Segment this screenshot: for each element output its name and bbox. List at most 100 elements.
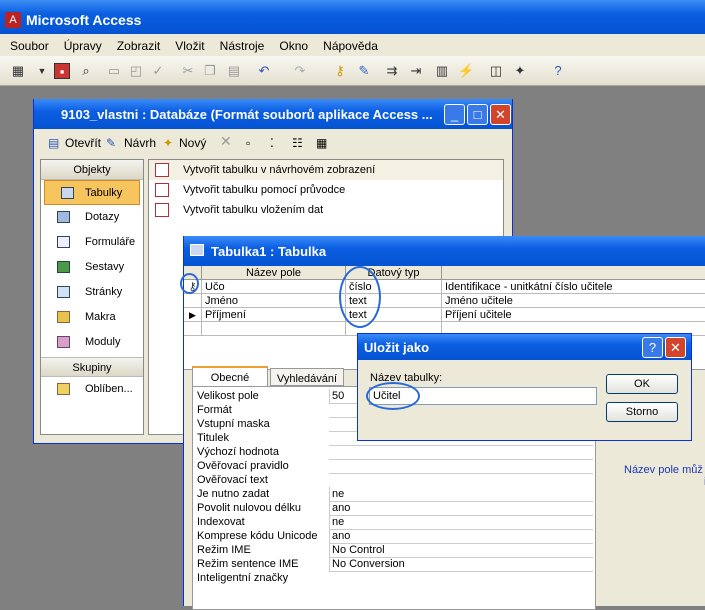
ok-button[interactable]: OK — [606, 374, 678, 394]
field-name-cell[interactable]: Učo — [202, 280, 346, 294]
menu-upravy[interactable]: Úpravy — [64, 39, 102, 53]
close-button[interactable]: ✕ — [665, 337, 686, 358]
object-macros[interactable]: Makra — [41, 305, 143, 330]
modules-icon — [57, 336, 70, 348]
field-desc-cell[interactable]: Jméno učitele — [442, 294, 705, 308]
queries-icon — [57, 211, 70, 223]
field-name-cell[interactable]: Jméno — [202, 294, 346, 308]
row-selector[interactable] — [184, 294, 202, 308]
view-icon[interactable]: ▦ — [10, 63, 26, 79]
delete-icon[interactable]: ✕ — [220, 133, 232, 150]
menu-napoveda[interactable]: Nápověda — [323, 39, 378, 53]
property-row: Režim sentence IME No Conversion — [193, 557, 595, 572]
annotation-circle — [339, 266, 381, 328]
minimize-button[interactable]: _ — [444, 104, 465, 125]
builder-icon[interactable]: ✎ — [356, 63, 372, 79]
object-forms[interactable]: Formuláře — [41, 230, 143, 255]
key-icon[interactable]: ⚷ — [332, 63, 348, 79]
indexes-icon[interactable]: ⚡ — [458, 63, 474, 79]
groups-header[interactable]: Skupiny — [41, 357, 143, 377]
maximize-button[interactable]: □ — [467, 104, 488, 125]
pages-icon — [57, 286, 70, 298]
delete-rows-icon[interactable]: ⇥ — [408, 63, 424, 79]
db-window-title: 9103_vlastni : Databáze (Formát souborů … — [34, 99, 512, 129]
menu-okno[interactable]: Okno — [279, 39, 308, 53]
property-row: Indexovat ne — [193, 515, 595, 530]
large-icons-icon[interactable]: ▫ — [246, 136, 250, 150]
list-view-icon[interactable]: ☷ — [292, 136, 303, 150]
menu-bar: Soubor Úpravy Zobrazit Vložit Nástroje O… — [0, 34, 705, 56]
property-row: Komprese kódu Unicode ano — [193, 529, 595, 544]
print-icon[interactable]: ▭ — [106, 63, 122, 79]
paste-icon[interactable]: ▤ — [226, 63, 242, 79]
tab-general[interactable]: Obecné — [192, 366, 268, 386]
preview-icon[interactable]: ◰ — [128, 63, 144, 79]
column-header-name: Název pole — [202, 266, 346, 280]
objects-panel: Objekty Tabulky Dotazy Formuláře Sestavy… — [40, 159, 144, 435]
property-row: Režim IME No Control — [193, 543, 595, 558]
new-button[interactable]: Nový — [179, 136, 206, 150]
macros-icon — [57, 311, 70, 323]
object-reports[interactable]: Sestavy — [41, 255, 143, 280]
row-selector[interactable] — [184, 322, 202, 336]
field-desc-cell[interactable]: Příjení učitele — [442, 308, 705, 322]
tables-icon — [61, 187, 74, 199]
new-icon[interactable]: ✦ — [163, 136, 173, 150]
new-object-icon[interactable]: ✦ — [512, 63, 528, 79]
object-pages[interactable]: Stránky — [41, 280, 143, 305]
table-name-label: Název tabulky: — [370, 372, 443, 384]
open-button[interactable]: Otevřít — [65, 136, 101, 150]
database-window-icon[interactable]: ◫ — [488, 63, 504, 79]
chevron-down-icon[interactable]: ▼ — [34, 63, 50, 79]
field-name-cell[interactable] — [202, 322, 346, 336]
menu-zobrazit[interactable]: Zobrazit — [117, 39, 160, 53]
standard-toolbar: ▦ ▼ ▪ ⌕ ▭ ◰ ✓ ✂ ❐ ▤ ↶ ↷ ⚷ ✎ ⇉ ⇥ ▥ ⚡ ◫ ✦ … — [0, 56, 705, 86]
small-icons-icon[interactable]: ⁚ — [270, 136, 274, 150]
redo-icon[interactable]: ↷ — [292, 63, 308, 79]
db-toolbar: ▤ Otevřít ✎ Návrh ✦ Nový ✕ ▫ ⁚ ☷ ▦ — [34, 129, 512, 155]
cancel-button[interactable]: Storno — [606, 402, 678, 422]
access-icon: A — [5, 12, 21, 28]
properties-icon[interactable]: ▥ — [434, 63, 450, 79]
app-title-bar: Microsoft Access — [0, 0, 705, 34]
object-modules[interactable]: Moduly — [41, 330, 143, 355]
cut-icon[interactable]: ✂ — [180, 63, 196, 79]
annotation-circle — [180, 273, 199, 294]
save-icon[interactable]: ▪ — [54, 63, 70, 79]
property-hint: Název pole můž i — [624, 464, 705, 488]
table-window-title: Tabulka1 : Tabulka — [184, 236, 705, 266]
field-desc-cell[interactable]: Identifikace - unitkátní číslo učitele — [442, 280, 705, 294]
object-tables[interactable]: Tabulky — [44, 180, 140, 205]
group-favorites[interactable]: Oblíben... — [41, 377, 143, 402]
menu-nastroje[interactable]: Nástroje — [220, 39, 265, 53]
menu-vlozit[interactable]: Vložit — [175, 39, 204, 53]
object-queries[interactable]: Dotazy — [41, 205, 143, 230]
undo-icon[interactable]: ↶ — [256, 63, 272, 79]
open-icon[interactable]: ▤ — [48, 136, 59, 150]
spelling-icon[interactable]: ✓ — [150, 63, 166, 79]
search-icon[interactable]: ⌕ — [78, 63, 94, 79]
design-button[interactable]: Návrh — [124, 136, 156, 150]
field-name-cell[interactable]: Příjmení — [202, 308, 346, 322]
copy-icon[interactable]: ❐ — [202, 63, 218, 79]
help-icon[interactable]: ? — [550, 63, 566, 79]
close-button[interactable]: ✕ — [490, 104, 511, 125]
list-item[interactable]: Vytvořit tabulku vložením dat — [149, 200, 503, 220]
list-item[interactable]: Vytvořit tabulku pomocí průvodce — [149, 180, 503, 200]
property-row: Je nutno zadat ne — [193, 487, 595, 502]
list-item[interactable]: Vytvořit tabulku v návrhovém zobrazení — [149, 160, 503, 180]
wizard-icon — [155, 203, 169, 217]
property-row: Ověřovací text — [193, 473, 595, 487]
menu-soubor[interactable]: Soubor — [10, 39, 49, 53]
tab-lookup[interactable]: Vyhledávání — [270, 368, 344, 386]
wizard-icon — [155, 183, 169, 197]
insert-rows-icon[interactable]: ⇉ — [384, 63, 400, 79]
help-button[interactable]: ? — [642, 337, 663, 358]
forms-icon — [57, 236, 70, 248]
details-view-icon[interactable]: ▦ — [316, 136, 327, 150]
design-icon[interactable]: ✎ — [106, 136, 116, 150]
column-header-desc — [442, 266, 705, 280]
objects-header[interactable]: Objekty — [41, 160, 143, 180]
current-row-icon[interactable]: ▶ — [184, 308, 202, 322]
property-row: Ověřovací pravidlo — [193, 459, 595, 473]
